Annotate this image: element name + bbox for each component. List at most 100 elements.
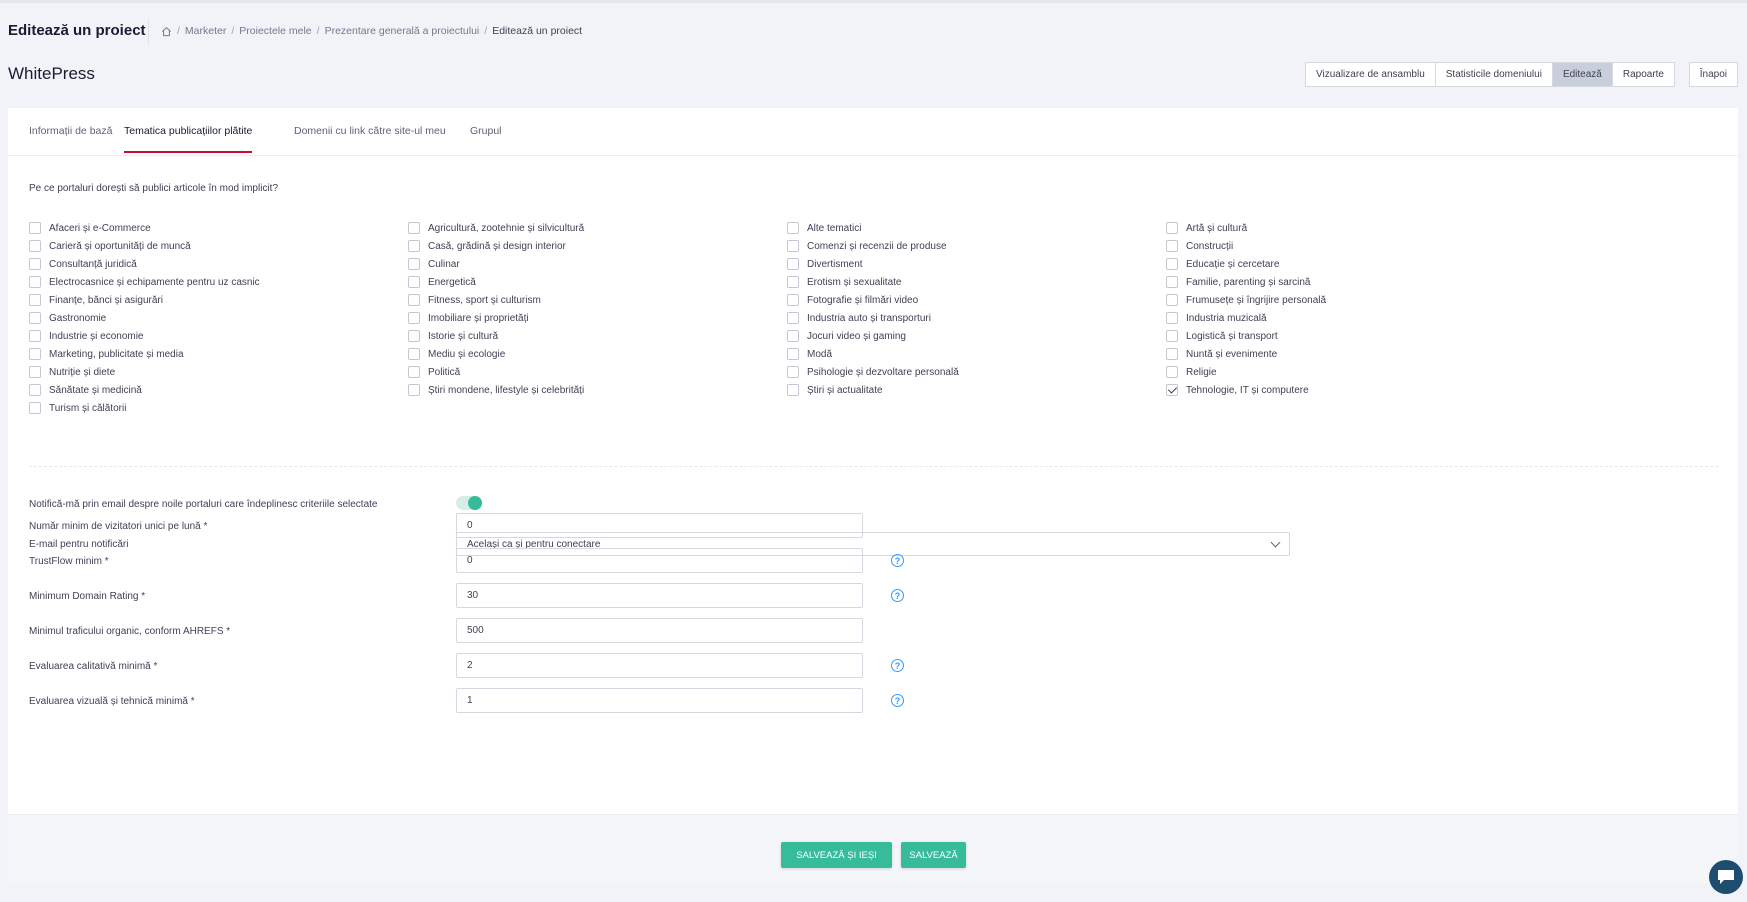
checkbox[interactable] (1166, 348, 1178, 360)
category-checkbox[interactable]: Carieră și oportunități de muncă (29, 240, 191, 252)
category-checkbox[interactable]: Știri mondene, lifestyle și celebrități (408, 384, 584, 396)
domain-stats-button[interactable]: Statisticile domeniului (1434, 62, 1553, 87)
category-checkbox[interactable]: Electrocasnice și echipamente pentru uz … (29, 276, 260, 288)
help-icon[interactable]: ? (891, 659, 904, 672)
checkbox[interactable] (408, 240, 420, 252)
category-checkbox[interactable]: Marketing, publicitate și media (29, 348, 184, 360)
category-checkbox[interactable]: Frumusețe și îngrijire personală (1166, 294, 1326, 306)
help-icon[interactable]: ? (891, 589, 904, 602)
breadcrumb-my-projects[interactable]: Proiectele mele (239, 25, 311, 37)
number-input[interactable]: 500 (456, 618, 863, 643)
category-checkbox[interactable]: Afaceri și e-Commerce (29, 222, 151, 234)
overview-button[interactable]: Vizualizare de ansamblu (1304, 62, 1436, 87)
category-checkbox[interactable]: Finanțe, bănci și asigurări (29, 294, 163, 306)
category-checkbox[interactable]: Erotism și sexualitate (787, 276, 901, 288)
checkbox[interactable] (29, 330, 41, 342)
breadcrumb-project-overview[interactable]: Prezentare generală a proiectului (325, 25, 480, 37)
checkbox[interactable] (1166, 258, 1178, 270)
category-checkbox[interactable]: Jocuri video și gaming (787, 330, 906, 342)
tab-linking-domains[interactable]: Domenii cu link către site-ul meu (294, 125, 446, 151)
home-icon[interactable] (161, 26, 172, 37)
category-checkbox[interactable]: Industria muzicală (1166, 312, 1267, 324)
category-checkbox[interactable]: Istorie și cultură (408, 330, 498, 342)
checkbox[interactable] (1166, 312, 1178, 324)
checkbox[interactable] (1166, 294, 1178, 306)
checkbox[interactable] (408, 330, 420, 342)
tab-basic-info[interactable]: Informații de bază (29, 125, 112, 151)
checkbox[interactable] (29, 348, 41, 360)
checkbox[interactable] (787, 258, 799, 270)
number-input[interactable]: 1 (456, 688, 863, 713)
category-checkbox[interactable]: Industria auto și transporturi (787, 312, 931, 324)
tab-paid-topics[interactable]: Tematica publicațiilor plătite (124, 125, 253, 153)
checkbox[interactable] (29, 222, 41, 234)
save-and-exit-button[interactable]: SALVEAZĂ ȘI IEȘI (781, 842, 892, 868)
checkbox[interactable] (787, 294, 799, 306)
checkbox[interactable] (408, 222, 420, 234)
category-checkbox[interactable]: Nuntă și evenimente (1166, 348, 1277, 360)
tab-group[interactable]: Grupul (470, 125, 502, 151)
back-button[interactable]: Înapoi (1688, 62, 1738, 87)
checkbox[interactable] (787, 312, 799, 324)
edit-button[interactable]: Editează (1551, 62, 1613, 87)
category-checkbox[interactable]: Divertisment (787, 258, 863, 270)
checkbox[interactable] (787, 348, 799, 360)
category-checkbox[interactable]: Artă și cultură (1166, 222, 1247, 234)
checkbox[interactable] (29, 402, 41, 414)
category-checkbox[interactable]: Modă (787, 348, 832, 360)
checkbox[interactable] (29, 312, 41, 324)
breadcrumb-marketer[interactable]: Marketer (185, 25, 226, 37)
category-checkbox[interactable]: Alte tematici (787, 222, 861, 234)
category-checkbox[interactable]: Religie (1166, 366, 1217, 378)
reports-button[interactable]: Rapoarte (1611, 62, 1675, 87)
category-checkbox[interactable]: Comenzi și recenzii de produse (787, 240, 947, 252)
category-checkbox[interactable]: Agricultură, zootehnie și silvicultură (408, 222, 584, 234)
checkbox[interactable] (787, 222, 799, 234)
number-input[interactable]: 0 (456, 548, 863, 573)
number-input[interactable]: 0 (456, 513, 863, 538)
category-checkbox[interactable]: Energetică (408, 276, 476, 288)
save-button[interactable]: SALVEAZĂ (901, 842, 966, 868)
category-checkbox[interactable]: Sănătate și medicină (29, 384, 142, 396)
checkbox[interactable] (408, 366, 420, 378)
category-checkbox[interactable]: Turism și călătorii (29, 402, 126, 414)
help-icon[interactable]: ? (891, 694, 904, 707)
notify-toggle[interactable] (456, 496, 482, 510)
checkbox[interactable] (787, 276, 799, 288)
checkbox[interactable] (787, 366, 799, 378)
checkbox[interactable] (1166, 240, 1178, 252)
checkbox[interactable] (1166, 330, 1178, 342)
category-checkbox[interactable]: Mediu și ecologie (408, 348, 505, 360)
checkbox[interactable] (408, 294, 420, 306)
checkbox[interactable] (29, 276, 41, 288)
chat-button[interactable] (1709, 860, 1743, 894)
checkbox[interactable] (408, 384, 420, 396)
checkbox[interactable] (787, 384, 799, 396)
category-checkbox[interactable]: Industrie și economie (29, 330, 144, 342)
number-input[interactable]: 2 (456, 653, 863, 678)
category-checkbox[interactable]: Educație și cercetare (1166, 258, 1279, 270)
category-checkbox[interactable]: Fitness, sport și culturism (408, 294, 541, 306)
checkbox[interactable] (1166, 276, 1178, 288)
category-checkbox[interactable]: Culinar (408, 258, 460, 270)
category-checkbox[interactable]: Imobiliare și proprietăți (408, 312, 529, 324)
checkbox[interactable] (408, 276, 420, 288)
checkbox[interactable] (408, 258, 420, 270)
checkbox[interactable] (29, 240, 41, 252)
category-checkbox[interactable]: Nutriție și diete (29, 366, 115, 378)
category-checkbox[interactable]: Logistică și transport (1166, 330, 1278, 342)
checkbox[interactable] (1166, 366, 1178, 378)
number-input[interactable]: 30 (456, 583, 863, 608)
category-checkbox[interactable]: Tehnologie, IT și computere (1166, 384, 1309, 396)
category-checkbox[interactable]: Fotografie și filmări video (787, 294, 918, 306)
category-checkbox[interactable]: Politică (408, 366, 460, 378)
checkbox[interactable] (408, 348, 420, 360)
checkbox[interactable] (29, 258, 41, 270)
category-checkbox[interactable]: Psihologie și dezvoltare personală (787, 366, 959, 378)
checkbox[interactable] (29, 366, 41, 378)
help-icon[interactable]: ? (891, 554, 904, 567)
category-checkbox[interactable]: Familie, parenting și sarcină (1166, 276, 1311, 288)
category-checkbox[interactable]: Construcții (1166, 240, 1233, 252)
category-checkbox[interactable]: Știri și actualitate (787, 384, 883, 396)
category-checkbox[interactable]: Consultanță juridică (29, 258, 137, 270)
